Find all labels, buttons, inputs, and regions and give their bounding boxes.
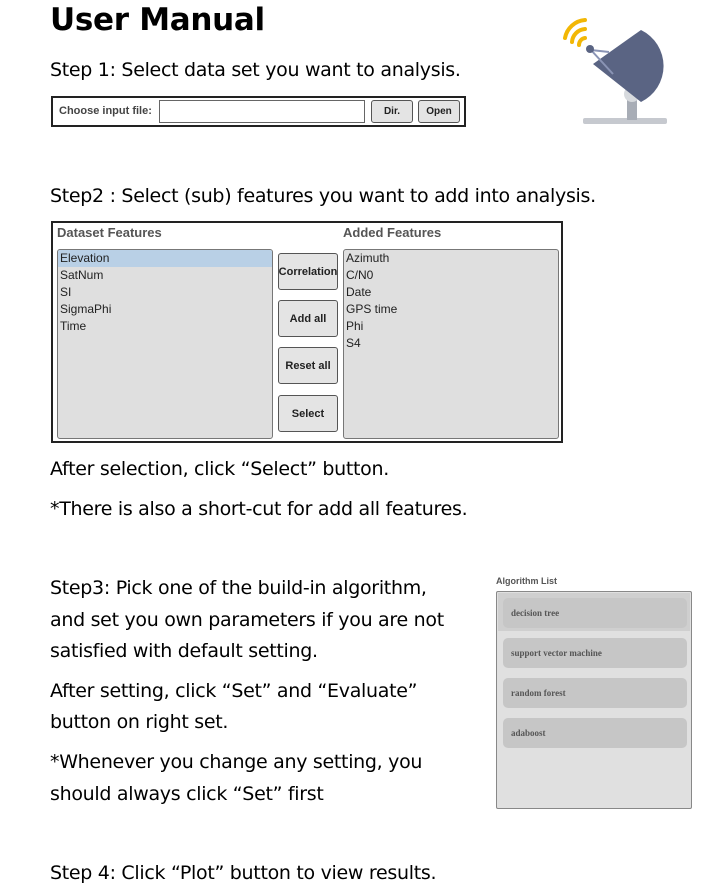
list-item[interactable]: GPS time (344, 301, 558, 318)
page-title: User Manual (50, 2, 265, 38)
step3-line-1: Step3: Pick one of the build-in algorith… (50, 577, 427, 599)
algorithm-item-adaboost[interactable]: adaboost (503, 718, 687, 748)
step3-line-3: satisfied with default setting. (50, 640, 318, 662)
after-selection-text: After selection, click “Select” button. (50, 458, 389, 480)
algorithm-item-random-forest[interactable]: random forest (503, 678, 687, 708)
file-path-input[interactable] (159, 100, 365, 123)
list-item[interactable]: Azimuth (344, 250, 558, 267)
step3-line-4: After setting, click “Set” and “Evaluate… (50, 680, 418, 702)
step2-text: Step2 : Select (sub) features you want t… (50, 185, 596, 207)
file-chooser-panel: Choose input file: Dir. Open (51, 96, 466, 127)
list-item[interactable]: SatNum (58, 267, 272, 284)
list-item[interactable]: C/N0 (344, 267, 558, 284)
step1-text: Step 1: Select data set you want to anal… (50, 59, 461, 81)
list-item[interactable]: SI (58, 284, 272, 301)
step4-text: Step 4: Click “Plot” button to view resu… (50, 862, 437, 884)
algorithm-list-label: Algorithm List (496, 576, 557, 586)
add-all-button[interactable]: Add all (278, 300, 338, 337)
file-chooser-label: Choose input file: (59, 105, 152, 117)
list-item[interactable]: SigmaPhi (58, 301, 272, 318)
list-item[interactable]: Date (344, 284, 558, 301)
step3-line-6: *Whenever you change any setting, you (50, 751, 423, 773)
feature-selection-panel: Dataset Features Added Features Elevatio… (51, 221, 563, 443)
step3-line-7: should always click “Set” first (50, 783, 324, 805)
dir-button[interactable]: Dir. (371, 100, 413, 123)
shortcut-note: *There is also a short-cut for add all f… (50, 498, 468, 520)
dataset-features-header: Dataset Features (57, 225, 162, 240)
algorithm-list[interactable]: decision tree support vector machine ran… (496, 591, 692, 809)
step3-line-2: and set you own parameters if you are no… (50, 609, 444, 631)
list-item[interactable]: Time (58, 318, 272, 335)
algorithm-item-decision-tree[interactable]: decision tree (503, 598, 687, 628)
satellite-dish-icon (555, 12, 671, 128)
algorithm-item-svm[interactable]: support vector machine (503, 638, 687, 668)
reset-all-button[interactable]: Reset all (278, 347, 338, 384)
correlation-button[interactable]: Correlation (278, 253, 338, 290)
list-item[interactable]: Phi (344, 318, 558, 335)
added-features-header: Added Features (343, 225, 442, 240)
dataset-features-list[interactable]: Elevation SatNum SI SigmaPhi Time (57, 249, 273, 439)
step3-line-5: button on right set. (50, 711, 229, 733)
list-item[interactable]: S4 (344, 335, 558, 352)
select-button[interactable]: Select (278, 395, 338, 432)
added-features-list[interactable]: Azimuth C/N0 Date GPS time Phi S4 (343, 249, 559, 439)
open-button[interactable]: Open (418, 100, 460, 123)
list-item[interactable]: Elevation (58, 250, 272, 267)
